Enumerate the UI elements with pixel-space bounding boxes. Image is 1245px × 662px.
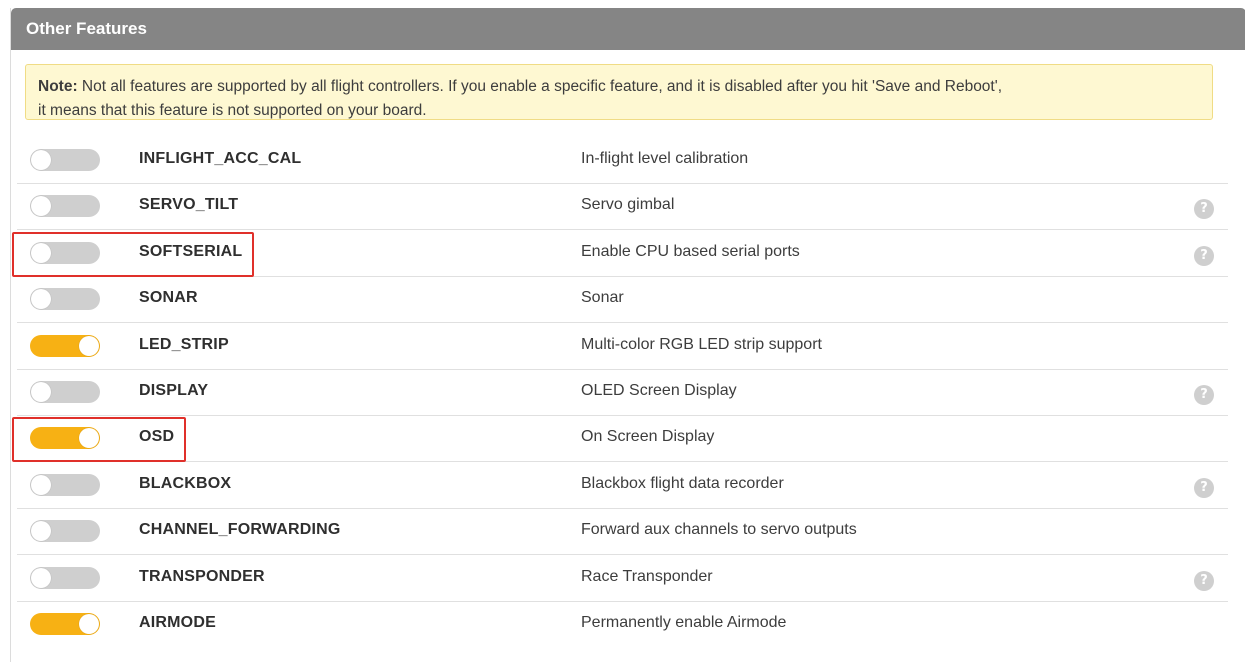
feature-name: LED_STRIP [139,335,229,353]
feature-row-transponder: TRANSPONDER Race Transponder? [17,556,1228,602]
feature-toggle[interactable] [30,334,100,357]
toggle-knob [31,196,51,217]
toggle-knob [31,150,51,170]
feature-name: CHANNEL_FORWARDING [139,521,341,539]
feature-name: TRANSPONDER [139,567,265,585]
help-icon[interactable]: ? [1194,199,1214,220]
feature-row-sonar: SONAR Sonar [17,277,1228,324]
feature-description: In-flight level calibration [581,150,749,167]
feature-name: BLACKBOX [139,474,232,492]
note-text-2: it means that this feature is not suppor… [38,102,427,119]
feature-toggle[interactable] [30,613,100,635]
feature-toggle[interactable] [30,288,100,311]
help-icon[interactable]: ? [1194,385,1214,405]
note-label: Note: [38,78,78,95]
feature-row-led-strip: LED_STRIP Multi-color RGB LED strip suppo… [17,324,1228,370]
feature-description: Race Transponder [581,567,713,585]
feature-row-inflight-acc-cal: INFLIGHT_ACC_CAL In-flight level calibrat… [17,138,1228,184]
feature-description: Multi-color RGB LED strip support [581,335,822,353]
feature-toggle[interactable] [30,473,100,496]
feature-row-softserial: SOFTSERIAL Enable CPU based serial ports? [12,231,1228,277]
feature-description: Blackbox flight data recorder [581,474,784,492]
feature-row-channel-forwarding: CHANNEL_FORWARDING Forward aux channels t… [17,509,1228,556]
help-icon[interactable]: ? [1194,245,1214,266]
feature-description: Permanently enable Airmode [581,614,787,631]
note-line-1: Note: Not all features are supported by … [38,75,1200,99]
help-icon[interactable]: ? [1194,570,1214,591]
feature-name: AIRMODE [139,614,216,631]
other-features-panel: Other Features Note: Not all features ar… [10,8,1245,662]
toggle-knob [31,474,51,495]
feature-description: Sonar [581,289,624,307]
toggle-knob [79,614,99,634]
panel-title: Other Features [26,19,147,38]
highlight-box [12,231,254,277]
feature-row-servo-tilt: SERVO_TILT Servo gimbal? [17,184,1228,231]
help-icon[interactable]: ? [1194,477,1214,498]
feature-toggle[interactable] [30,566,100,589]
feature-toggle[interactable] [30,195,100,218]
toggle-knob [31,382,51,402]
feature-description: On Screen Display [581,428,715,446]
toggle-knob [31,521,51,542]
highlight-box [12,417,186,463]
feature-toggle[interactable] [30,149,100,171]
panel-header: Other Features [11,8,1245,50]
feature-name: DISPLAY [139,382,209,399]
toggle-knob [31,567,51,588]
feature-description: OLED Screen Display [581,382,737,399]
feature-toggle[interactable] [30,520,100,543]
toggle-knob [31,289,51,310]
feature-description: Enable CPU based serial ports [581,242,800,260]
note-box: Note: Not all features are supported by … [25,64,1213,120]
feature-toggle[interactable] [30,381,100,403]
feature-name: INFLIGHT_ACC_CAL [139,150,302,167]
feature-description: Forward aux channels to servo outputs [581,521,857,539]
feature-row-airmode: AIRMODE Permanently enable Airmode [17,602,1228,648]
note-text-1: Not all features are supported by all fl… [77,78,1003,95]
toggle-knob [79,335,99,356]
feature-name: SONAR [139,289,198,307]
feature-name: SERVO_TILT [139,196,239,214]
feature-description: Servo gimbal [581,196,675,214]
feature-row-blackbox: BLACKBOX Blackbox flight data recorder? [17,463,1228,509]
feature-row-display: DISPLAY OLED Screen Display? [17,370,1228,416]
feature-row-osd: OSD On Screen Display [12,416,1228,463]
